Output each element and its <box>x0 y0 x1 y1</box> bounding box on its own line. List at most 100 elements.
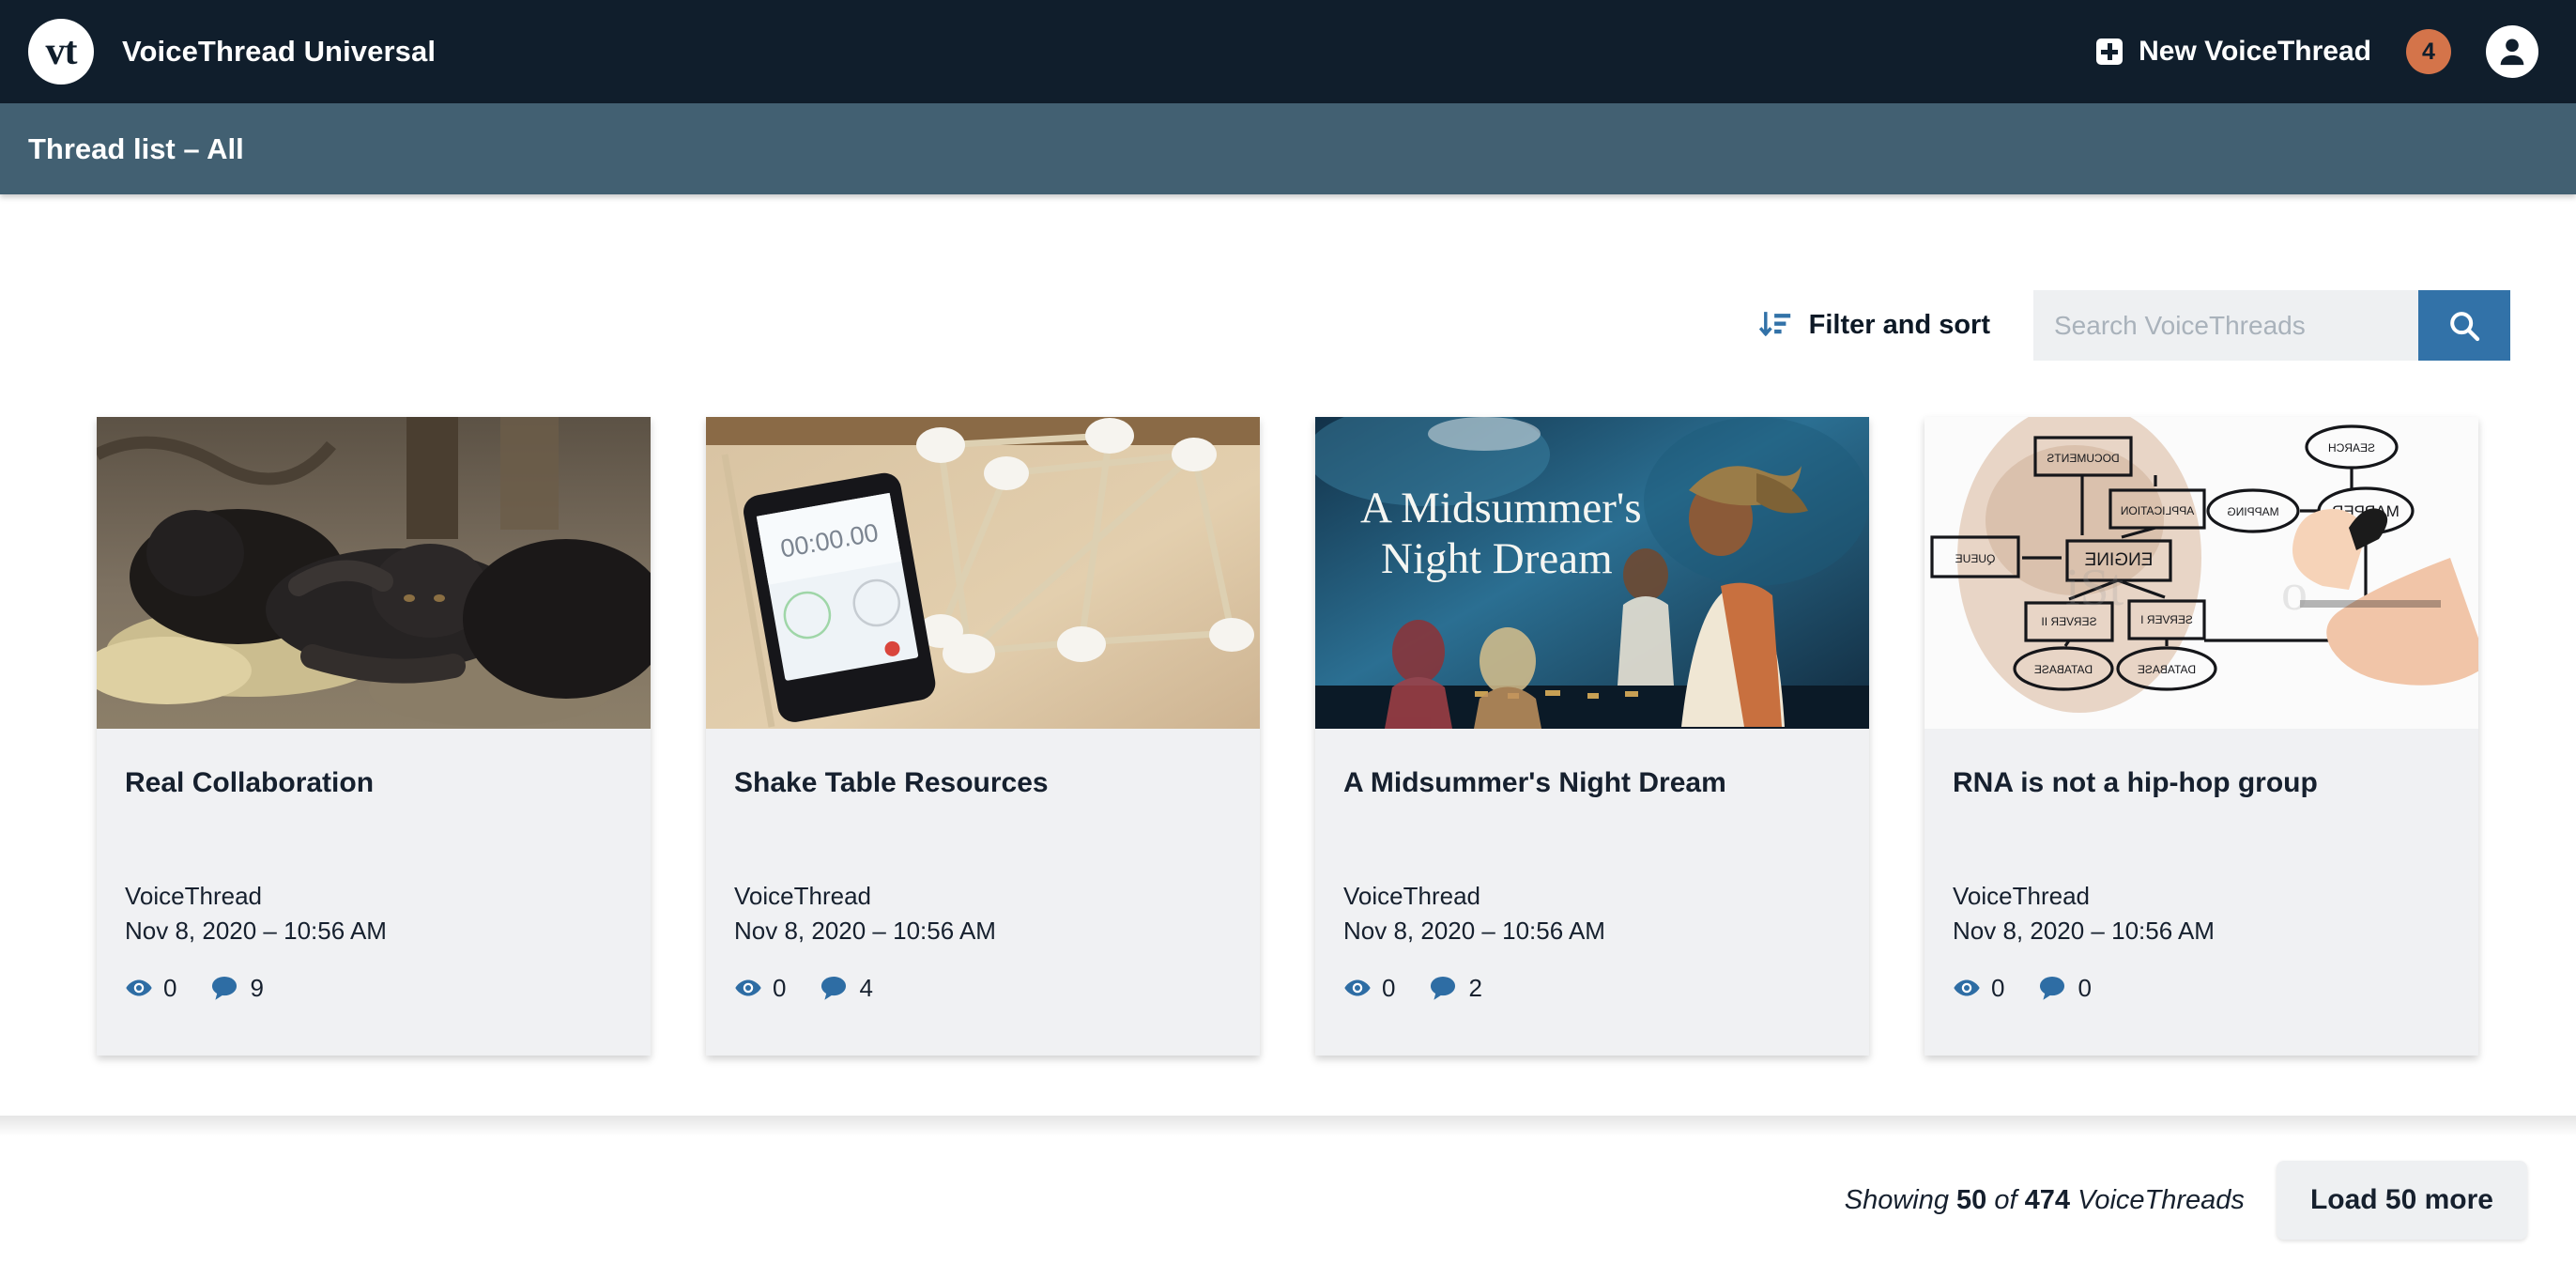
comments-count: 4 <box>859 973 873 1002</box>
eye-icon <box>1954 979 1980 996</box>
thread-card-body: RNA is not a hip-hop group VoiceThread N… <box>1924 729 2478 1056</box>
svg-text:MAPPING: MAPPING <box>2227 505 2278 518</box>
thread-date: Nov 8, 2020 – 10:56 AM <box>734 916 996 945</box>
showing-prefix: Showing <box>1844 1184 1957 1215</box>
comments-count: 9 <box>250 973 264 1002</box>
brand[interactable]: vt VoiceThread Universal <box>28 19 436 85</box>
comments-stat: 4 <box>819 973 873 1003</box>
views-count: 0 <box>163 973 177 1002</box>
eye-icon <box>1344 979 1371 996</box>
thread-card[interactable]: Real Collaboration VoiceThread Nov 8, 20… <box>97 417 651 1056</box>
thread-card-grid: Real Collaboration VoiceThread Nov 8, 20… <box>0 361 2576 1056</box>
showing-total: 474 <box>2024 1184 2071 1215</box>
views-stat: 0 <box>125 974 176 1003</box>
top-navigation-bar: vt VoiceThread Universal New VoiceThread… <box>0 0 2576 103</box>
nav-right-group: New VoiceThread 4 <box>2096 25 2544 78</box>
svg-text:QUEUE: QUEUE <box>1955 552 1996 565</box>
logo-label: vt <box>45 30 78 73</box>
svg-text:DOCUMENTS: DOCUMENTS <box>2047 452 2119 465</box>
thread-owner: VoiceThread <box>734 882 871 910</box>
plus-square-icon <box>2096 39 2124 65</box>
comment-bubble-icon <box>1431 977 1456 1001</box>
thread-stats: 0 4 <box>734 974 1232 1003</box>
thread-stats: 0 2 <box>1343 974 1841 1003</box>
thread-owner: VoiceThread <box>125 882 262 910</box>
svg-text:SERVER II: SERVER II <box>2041 615 2096 628</box>
search-input[interactable] <box>2033 290 2418 361</box>
views-count: 0 <box>773 973 787 1002</box>
comment-bubble-icon <box>2040 977 2065 1001</box>
thread-thumbnail[interactable]: 00:00.00 <box>706 417 1260 729</box>
showing-count-label: Showing 50 of 474 VoiceThreads <box>1845 1185 2245 1216</box>
svg-text:SEARCH: SEARCH <box>2328 441 2375 455</box>
thread-thumbnail[interactable] <box>97 417 651 729</box>
thread-title: Shake Table Resources <box>734 767 1049 798</box>
thread-card-body: A Midsummer's Night Dream VoiceThread No… <box>1315 729 1869 1056</box>
new-voicethread-label: New VoiceThread <box>2139 36 2371 67</box>
eye-icon <box>735 979 761 996</box>
thread-date: Nov 8, 2020 – 10:56 AM <box>1343 916 1605 945</box>
user-avatar-icon[interactable] <box>2486 25 2538 78</box>
scroll-shadow <box>0 1116 2576 1136</box>
main-content: Filter and sort Search VoiceThreads Real… <box>0 194 2576 1116</box>
filter-and-sort-label: Filter and sort <box>1808 310 1990 340</box>
thread-owner: VoiceThread <box>1953 882 2090 910</box>
thread-card[interactable]: DOCUMENTS APPLICATION ENGINE QUEUE SERVE… <box>1924 417 2478 1056</box>
thread-title: Real Collaboration <box>125 767 375 798</box>
new-voicethread-button[interactable]: New VoiceThread <box>2096 36 2371 68</box>
notification-badge[interactable]: 4 <box>2406 29 2451 74</box>
list-toolbar: Filter and sort <box>0 194 2576 361</box>
voicethread-logo-icon: vt <box>28 19 94 85</box>
showing-middle: of <box>1986 1184 2025 1215</box>
thread-title: A Midsummer's Night Dream <box>1343 767 1726 798</box>
svg-text:iSt: iSt <box>2065 559 2124 617</box>
voicethread-app: vt VoiceThread Universal New VoiceThread… <box>0 0 2576 1264</box>
eye-icon <box>126 979 152 996</box>
filter-and-sort-button[interactable]: Filter and sort <box>1758 309 1990 343</box>
thread-card[interactable]: A Midsummer's Night Dream A Midsummer's … <box>1315 417 1869 1056</box>
views-stat: 0 <box>734 974 786 1003</box>
svg-text:DATABASE: DATABASE <box>2034 663 2093 676</box>
page-subheader: Thread list – All <box>0 103 2576 194</box>
thread-card[interactable]: 00:00.00 Shake Table Resources VoiceThre… <box>706 417 1260 1056</box>
thread-date: Nov 8, 2020 – 10:56 AM <box>1953 916 2215 945</box>
comment-bubble-icon <box>212 977 238 1001</box>
views-count: 0 <box>1382 973 1396 1002</box>
comments-count: 0 <box>2078 973 2092 1002</box>
svg-text:o: o <box>2281 563 2308 622</box>
views-count: 0 <box>1991 973 2005 1002</box>
sort-descending-icon <box>1758 311 1790 336</box>
thread-card-body: Real Collaboration VoiceThread Nov 8, 20… <box>97 729 651 1056</box>
thread-title: RNA is not a hip-hop group <box>1953 767 2318 798</box>
thread-meta: VoiceThread Nov 8, 2020 – 10:56 AM <box>1953 879 2450 948</box>
svg-text:APPLICATION: APPLICATION <box>2121 504 2194 517</box>
comments-stat: 2 <box>1428 973 1482 1003</box>
page-title: Thread list – All <box>28 131 244 165</box>
comments-count: 2 <box>1468 973 1482 1002</box>
thread-thumbnail[interactable]: DOCUMENTS APPLICATION ENGINE QUEUE SERVE… <box>1924 417 2478 729</box>
comments-stat: 9 <box>209 973 264 1003</box>
svg-text:SERVER I: SERVER I <box>2140 613 2193 626</box>
svg-text:DATABASE: DATABASE <box>2138 663 2196 676</box>
thread-card-body: Shake Table Resources VoiceThread Nov 8,… <box>706 729 1260 1056</box>
thread-stats: 0 9 <box>125 974 622 1003</box>
svg-text:Night Dream: Night Dream <box>1381 534 1613 583</box>
views-stat: 0 <box>1953 974 2004 1003</box>
thread-thumbnail[interactable]: A Midsummer's Night Dream <box>1315 417 1869 729</box>
thread-meta: VoiceThread Nov 8, 2020 – 10:56 AM <box>125 879 622 948</box>
svg-text:A Midsummer's: A Midsummer's <box>1360 484 1642 532</box>
load-more-button[interactable]: Load 50 more <box>2276 1161 2527 1240</box>
thread-date: Nov 8, 2020 – 10:56 AM <box>125 916 387 945</box>
thread-owner: VoiceThread <box>1343 882 1480 910</box>
comment-bubble-icon <box>821 977 847 1001</box>
list-footer: Showing 50 of 474 VoiceThreads Load 50 m… <box>0 1136 2576 1264</box>
views-stat: 0 <box>1343 974 1395 1003</box>
search-group <box>2033 290 2510 361</box>
thread-stats: 0 0 <box>1953 974 2450 1003</box>
thread-meta: VoiceThread Nov 8, 2020 – 10:56 AM <box>1343 879 1841 948</box>
brand-title: VoiceThread Universal <box>122 35 437 68</box>
showing-suffix: VoiceThreads <box>2070 1184 2245 1215</box>
search-icon <box>2450 311 2480 341</box>
search-submit-button[interactable] <box>2418 290 2510 361</box>
thread-meta: VoiceThread Nov 8, 2020 – 10:56 AM <box>734 879 1232 948</box>
